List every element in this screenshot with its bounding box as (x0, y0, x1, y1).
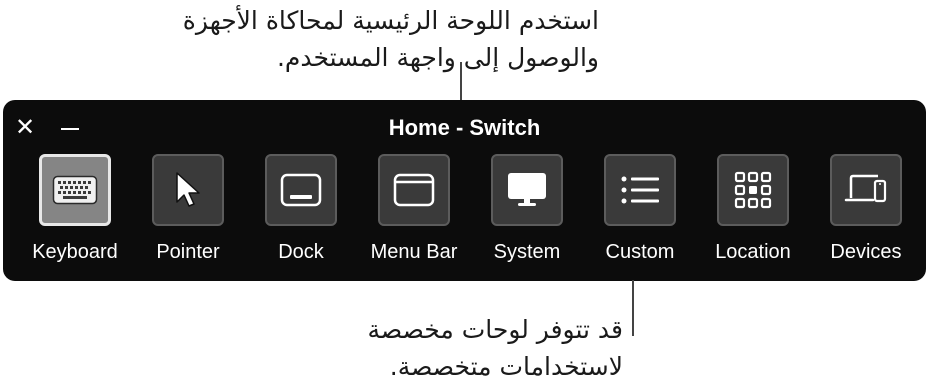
devices-tile[interactable] (830, 154, 902, 226)
keyboard-tile[interactable] (39, 154, 111, 226)
custom-tile[interactable] (604, 154, 676, 226)
pointer-button[interactable]: Pointer (133, 154, 243, 264)
keyboard-icon (52, 175, 98, 205)
keyboard-label: Keyboard (32, 241, 118, 263)
location-label: Location (715, 241, 791, 263)
dock-button[interactable]: Dock (246, 154, 356, 264)
callout-bottom-leader-line (632, 280, 634, 336)
menu-bar-label: Menu Bar (370, 241, 458, 263)
system-label: System (493, 241, 561, 263)
callout-top-leader-line (460, 62, 462, 100)
callout-top-line-2: والوصول إلى واجهة المستخدم. (276, 43, 599, 72)
location-tile[interactable] (717, 154, 789, 226)
keyboard-button[interactable]: Keyboard (20, 154, 130, 264)
callout-bottom-line-1: قد تتوفر لوحات مخصصة (367, 315, 623, 344)
devices-button[interactable]: Devices (811, 154, 921, 264)
system-tile[interactable] (491, 154, 563, 226)
dock-label: Dock (278, 241, 324, 263)
callout-top: استخدم اللوحة الرئيسية لمحاكاة الأجهزة و… (183, 2, 599, 76)
pointer-label: Pointer (156, 241, 220, 263)
menu-bar-button[interactable]: Menu Bar (359, 154, 469, 264)
menu-bar-tile[interactable] (378, 154, 450, 226)
dock-icon (280, 173, 322, 207)
list-icon (621, 176, 659, 204)
panel-title: Home - Switch (388, 115, 541, 140)
custom-label: Custom (605, 241, 675, 263)
dock-tile[interactable] (265, 154, 337, 226)
grid-icon (734, 171, 772, 209)
callout-top-line-1: استخدم اللوحة الرئيسية لمحاكاة الأجهزة (182, 6, 599, 35)
location-button[interactable]: Location (698, 154, 808, 264)
devices-icon (844, 174, 887, 203)
menu-bar-icon (393, 173, 435, 207)
callout-bottom: قد تتوفر لوحات مخصصة لاستخدامات متخصصة. (367, 311, 623, 385)
devices-label: Devices (830, 241, 902, 263)
pointer-arrow-icon (176, 172, 200, 207)
home-switch-panel: ✕ Home - Switch Keyboard Pointer Dock Me… (3, 100, 926, 281)
callout-bottom-line-2: لاستخدامات متخصصة. (389, 352, 623, 381)
system-button[interactable]: System (472, 154, 582, 264)
display-icon (508, 173, 546, 206)
pointer-tile[interactable] (152, 154, 224, 226)
custom-button[interactable]: Custom (585, 154, 695, 264)
